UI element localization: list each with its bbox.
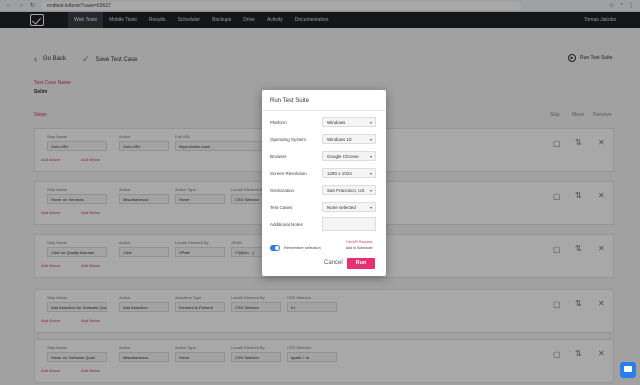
os-label: Operating System [270,137,307,142]
caret-down-icon: ▾ [369,205,372,210]
get-api-request-link[interactable]: Get API Request [346,240,372,244]
caret-down-icon: ▾ [369,171,372,176]
test-cases-select[interactable]: None selected ▾ [322,202,376,212]
caret-down-icon: ▾ [369,137,372,142]
geolocation-value: San Francisco, US [327,188,365,193]
caret-down-icon: ▾ [369,120,372,125]
add-to-scheduler-link[interactable]: Add to Scheduler [346,246,373,250]
caret-down-icon: ▾ [369,188,372,193]
browser-value: Google Chrome [327,154,359,159]
browser-select[interactable]: Google Chrome ▾ [322,151,376,161]
platform-label: Platform [270,120,287,125]
platform-select[interactable]: Windows ▾ [322,117,376,127]
run-button[interactable]: Run [347,258,375,269]
remember-label: Remember selection [284,245,321,250]
resolution-label: Screen Resolution [270,171,307,176]
os-select[interactable]: Windows 10 ▾ [322,134,376,144]
geolocation-label: Geolocation [270,188,295,193]
cancel-button[interactable]: Cancel [324,260,343,266]
resolution-select[interactable]: 1280 x 1024 ▾ [322,168,376,178]
browser-label: Browser [270,154,287,159]
chat-icon[interactable] [620,362,636,378]
test-cases-value: None selected [327,205,356,210]
os-value: Windows 10 [327,137,352,142]
test-cases-label: Test Cases [270,205,293,210]
caret-down-icon: ▾ [369,154,372,159]
remember-toggle[interactable] [270,245,280,251]
notes-field[interactable] [322,217,376,231]
resolution-value: 1280 x 1024 [327,171,352,176]
geolocation-select[interactable]: San Francisco, US ▾ [322,185,376,195]
platform-value: Windows [327,120,346,125]
notes-label: Additional Notes [270,222,303,227]
title-divider [262,110,386,111]
dialog-title: Run Test Suite [270,98,309,104]
run-test-suite-dialog: Run Test Suite Platform Windows ▾ Operati… [262,90,386,276]
